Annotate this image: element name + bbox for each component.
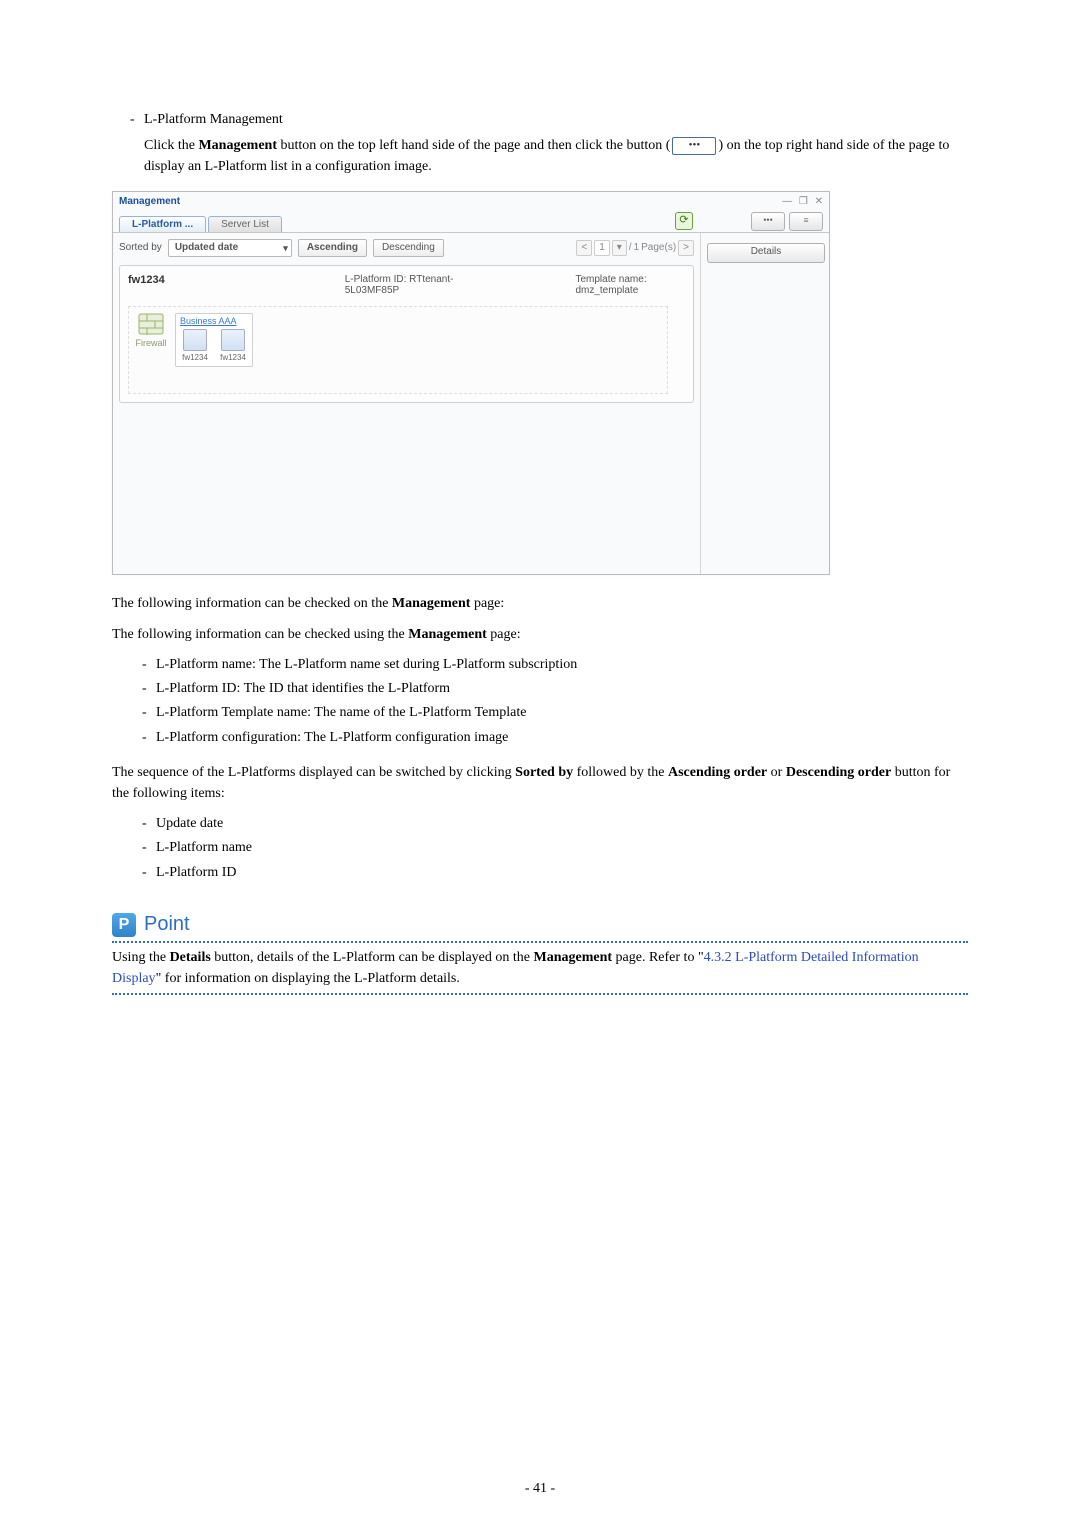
sort-item-id: L-Platform ID (142, 863, 968, 883)
inline-dots-button[interactable]: ••• (672, 137, 716, 155)
sequence-para: The sequence of the L-Platforms displaye… (112, 762, 968, 804)
sort-item-update: Update date (142, 814, 968, 834)
app-title: Management (119, 196, 180, 207)
bullet-lplatform-management: L-Platform Management Click the Manageme… (130, 110, 968, 177)
info-item-config: L-Platform configuration: The L-Platform… (142, 728, 968, 748)
intro-management-bold: Management (198, 138, 277, 153)
pager-sep: / (629, 242, 632, 253)
segment-title: Business AAA (180, 316, 248, 326)
ascending-button[interactable]: Ascending (298, 239, 367, 257)
server-icon (221, 329, 245, 351)
node-2: fw1234 (218, 329, 248, 362)
view-icons-button[interactable]: ••• (751, 212, 785, 231)
pager: < 1 ▾ / 1 Page(s) > (576, 240, 694, 256)
card-name: fw1234 (128, 274, 165, 296)
sort-field-dropdown[interactable]: Updated date (168, 239, 292, 257)
lplatform-diagram: Firewall Business AAA fw1234 (128, 306, 668, 394)
card-template-value: dmz_template (575, 285, 638, 296)
node-1-label: fw1234 (180, 353, 210, 362)
node-2-label: fw1234 (218, 353, 248, 362)
restore-icon[interactable]: ❐ (799, 196, 808, 207)
pager-current[interactable]: 1 (594, 240, 610, 256)
intro-part-b: button on the top left hand side of the … (277, 138, 670, 153)
intro-part-a: Click the (144, 138, 198, 153)
sort-item-name: L-Platform name (142, 838, 968, 858)
info-para-1: The following information can be checked… (112, 593, 968, 614)
info-para-2: The following information can be checked… (112, 624, 968, 645)
card-id-label: L-Platform ID: (345, 274, 407, 285)
management-screenshot: Management — ❐ ✕ L-Platform ... Server L… (112, 191, 830, 575)
info-item-id: L-Platform ID: The ID that identifies th… (142, 679, 968, 699)
pager-total: 1 (634, 242, 640, 253)
firewall-label: Firewall (135, 338, 167, 348)
node-1: fw1234 (180, 329, 210, 362)
info-item-name: L-Platform name: The L-Platform name set… (142, 655, 968, 675)
descending-button[interactable]: Descending (373, 239, 444, 257)
view-list-button[interactable]: ≡ (789, 212, 823, 231)
point-text: Using the Details button, details of the… (112, 947, 968, 989)
pager-dropdown-icon[interactable]: ▾ (612, 240, 627, 256)
tab-lplatform[interactable]: L-Platform ... (119, 216, 206, 232)
point-badge-icon: P (112, 913, 136, 937)
refresh-icon[interactable]: ⟳ (675, 212, 693, 230)
server-icon (183, 329, 207, 351)
minimize-icon[interactable]: — (782, 196, 792, 207)
point-rule-top (112, 941, 968, 943)
pager-prev[interactable]: < (576, 240, 592, 256)
page-number: - 41 - (0, 1481, 1080, 1497)
lplatform-card: fw1234 L-Platform ID: RTtenant-5L03MF85P… (119, 265, 694, 403)
point-block: P Point Using the Details button, detail… (112, 913, 968, 995)
firewall-icon: Firewall (135, 313, 167, 347)
close-icon[interactable]: ✕ (815, 196, 823, 207)
details-button[interactable]: Details (707, 243, 825, 263)
segment-box: Business AAA fw1234 fw1234 (175, 313, 253, 367)
point-title: Point (144, 913, 190, 936)
sorted-by-label: Sorted by (119, 242, 162, 253)
pager-next[interactable]: > (678, 240, 694, 256)
window-controls: — ❐ ✕ (778, 196, 823, 207)
bullet-title: L-Platform Management (144, 112, 283, 127)
info-item-template: L-Platform Template name: The name of th… (142, 703, 968, 723)
point-rule-bottom (112, 993, 968, 995)
tab-server-list[interactable]: Server List (208, 216, 282, 232)
card-template-label: Template name: (575, 274, 646, 285)
pager-pages-label: Page(s) (641, 242, 676, 253)
